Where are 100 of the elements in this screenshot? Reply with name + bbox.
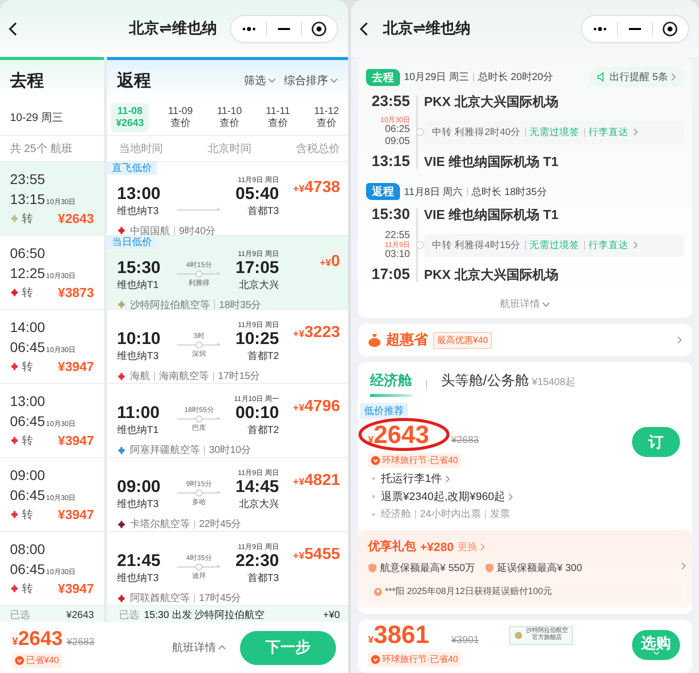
trip-badge: 去程 (366, 68, 400, 86)
arrive-time: 06:45 (10, 413, 46, 429)
price: ¥3947 (58, 581, 94, 596)
gift-price: +¥280 (420, 540, 454, 554)
stop-label: 转 (22, 212, 33, 226)
back-icon[interactable] (8, 20, 18, 36)
leg-date: 10月29日 周三 (404, 71, 470, 84)
fare-info: 经济舱 (381, 508, 411, 522)
back-icon[interactable] (359, 20, 369, 36)
depart-time: 10:10 (117, 330, 162, 349)
route-line-icon (177, 489, 221, 497)
leg-duration: 总时长 20时20分 (478, 70, 554, 84)
depart-time: 08:00 (10, 541, 46, 557)
price: ¥3947 (58, 433, 94, 448)
date-tab[interactable]: 11-11 查价 (260, 103, 296, 132)
transfer-time: 06:25 (384, 124, 410, 136)
selected-price: ¥2643 (66, 610, 94, 620)
price: ¥2643 (58, 211, 94, 226)
insurance-text: 航意保额最高¥ 550万 (380, 562, 476, 576)
depart-airport: 维也纳T1 (117, 424, 160, 437)
transfer-info[interactable]: 中转 利雅得2时40分 无需过境签 行李直达 (424, 120, 684, 144)
down-arrow-icon (15, 656, 24, 664)
saving-text: 环球旅行节·已省40 (382, 652, 458, 666)
caret-icon (652, 650, 660, 655)
arrive-airport: 首都T2 (247, 350, 279, 363)
date-text: 11-09 (168, 106, 193, 118)
caret-icon (330, 78, 338, 82)
depart-airport: 维也纳T3 (117, 204, 160, 218)
transfer-time: 22:55 (384, 230, 410, 242)
route-line-icon (177, 270, 221, 278)
depart-time: 15:30 (370, 206, 410, 224)
shield-icon (368, 563, 377, 574)
column-heading: 含税总价 (296, 142, 340, 156)
stop-label: 转 (22, 434, 33, 448)
cabin-tab[interactable]: 头等舱/公务舱 ¥15408起 (441, 372, 576, 397)
caret-icon (218, 645, 226, 650)
insurance-text: 延误保额最高¥ 300 (497, 562, 582, 576)
depart-time: 21:45 (117, 552, 162, 571)
arrive-time: 17:05 (236, 259, 279, 278)
date-tab[interactable]: 11-12 查价 (309, 103, 344, 132)
arrive-airport: VIE 维也纳国际机场 T1 (424, 153, 560, 171)
close-icon[interactable] (662, 20, 678, 36)
total-duration: 18时35分 (219, 298, 262, 312)
arrive-time: 13:15 (370, 153, 410, 171)
airline-logo-icon (514, 630, 523, 640)
policy-link[interactable]: 退票¥2340起,改期¥960起 (381, 489, 514, 504)
total-price: ¥2643 (12, 628, 63, 650)
original-price: ¥2683 (451, 435, 479, 446)
shield-icon (485, 563, 494, 574)
price-note: ¥15408起 (532, 376, 576, 389)
chevron-icon (632, 128, 638, 136)
date-tab[interactable]: 11-09 查价 (162, 103, 198, 132)
arrive-time: 06:45 (10, 487, 46, 503)
arrive-time: 06:45 (10, 339, 46, 355)
arrive-airport: 首都T3 (247, 572, 279, 585)
depart-airport: 维也纳T3 (117, 498, 160, 511)
claim-notice: ***阳 2025年08月12日获得延误赔付100元 (385, 585, 552, 598)
arrive-time: 10:25 (236, 330, 279, 349)
price: +¥5455 (293, 545, 340, 564)
price: +¥4796 (293, 397, 340, 416)
route-line-icon (177, 341, 221, 349)
chevron-icon[interactable] (681, 562, 686, 570)
reminder-button[interactable]: 出行提醒 5条 (588, 67, 684, 87)
selected-price: +¥0 (323, 610, 340, 620)
selected-label: 已选 (119, 608, 139, 622)
chevron-icon (677, 336, 682, 344)
trip-badge: 返程 (366, 183, 400, 200)
depart-time: 06:50 (10, 245, 46, 261)
details-link[interactable]: 航班详情 (166, 639, 232, 656)
date-price: 查价 (316, 118, 337, 129)
filter-dropdown[interactable]: 综合排序 (284, 72, 338, 88)
arrive-time: 17:05 (370, 266, 410, 284)
stop-label: 转 (22, 286, 33, 300)
column-title: 返程 (117, 70, 151, 92)
filter-dropdown[interactable]: 筛选 (244, 72, 276, 88)
transfer-info[interactable]: 中转 利雅得4时15分 无需过境签 行李直达 (424, 234, 684, 256)
depart-time: 13:00 (117, 185, 162, 204)
arrive-time: 12:25 (10, 265, 46, 281)
date-price: 查价 (170, 118, 190, 129)
stop-label: 转 (22, 582, 33, 596)
selected-label: 已选 (10, 608, 30, 622)
date-tab[interactable]: 11-10 查价 (212, 103, 247, 132)
close-icon[interactable] (311, 20, 327, 36)
depart-time: 14:00 (10, 319, 46, 335)
depart-time: 23:55 (370, 93, 410, 111)
total-duration: 17时45分 (199, 592, 242, 605)
depart-time: 15:30 (117, 259, 162, 278)
gift-title: 优享礼包 (368, 538, 416, 556)
airline-name: 海航 (130, 370, 150, 383)
arrive-airport: PKX 北京大兴国际机场 (424, 266, 560, 284)
price: ¥3873 (58, 285, 94, 300)
leg-date: 11月8日 周六 (404, 186, 463, 198)
chevron-icon (445, 474, 450, 483)
policy-link[interactable]: 托运行李1件 (381, 471, 450, 486)
arrive-airport: 首都T3 (247, 204, 279, 218)
fare-info: 发票 (490, 508, 510, 522)
airline-name: 中国国航 (130, 224, 170, 237)
depart-airport: PKX 北京大兴国际机场 (424, 93, 560, 111)
leg-duration: 总时长 18时35分 (472, 186, 547, 198)
arrive-time: 13:15 (10, 191, 46, 207)
